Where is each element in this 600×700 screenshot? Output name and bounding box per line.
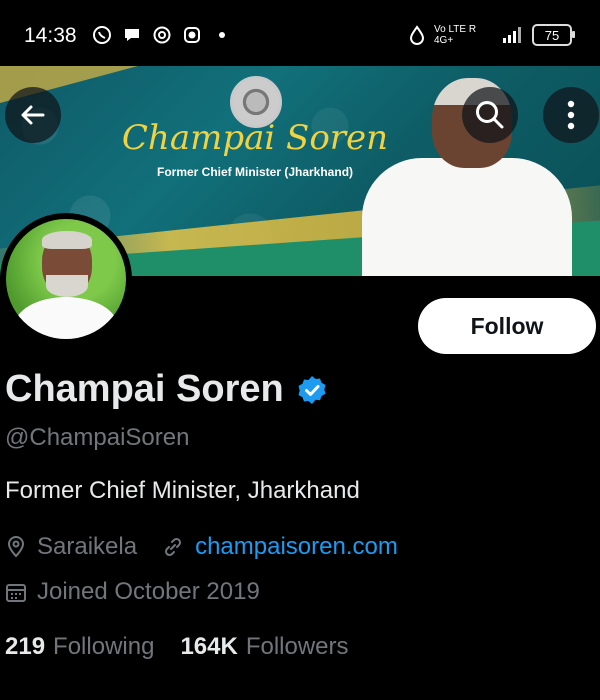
following-count: 219	[5, 633, 46, 660]
profile-handle: @ChampaiSoren	[5, 424, 190, 451]
status-time: 14:38	[24, 24, 77, 47]
search-icon	[476, 101, 504, 129]
back-button[interactable]	[5, 87, 61, 143]
instagram-icon	[184, 27, 200, 43]
status-right: Vo LTE R 4G+ 75	[408, 24, 575, 46]
arrow-left-icon	[21, 105, 45, 125]
dot-icon	[219, 32, 225, 38]
network-label: Vo LTE R 4G+	[434, 24, 477, 46]
profile-name-row: Champai Soren	[5, 368, 328, 411]
notification-icons	[92, 25, 232, 45]
followers-label: Followers	[245, 633, 349, 660]
followers-count: 164K	[180, 633, 238, 660]
avatar-beard	[46, 275, 88, 297]
banner-title: Champai Soren	[121, 118, 389, 158]
profile-meta-row: Saraikela champaisoren.com	[5, 533, 398, 561]
more-vertical-icon	[567, 100, 575, 130]
avatar-hair	[42, 231, 92, 249]
status-bar: 14:38 Vo LTE R 4G+ 75	[0, 0, 600, 66]
search-button[interactable]	[462, 87, 518, 143]
avatar[interactable]	[0, 213, 132, 345]
chat-icon	[125, 29, 139, 41]
follow-button[interactable]: Follow	[418, 298, 596, 354]
location-pin-icon	[7, 535, 25, 558]
profile-stats: 219 Following 164K Followers	[5, 633, 349, 661]
profile-bio: Former Chief Minister, Jharkhand	[5, 477, 360, 504]
battery-level: 75	[544, 27, 560, 43]
profile-joined: Joined October 2019	[37, 578, 260, 605]
battery-icon: 75	[532, 24, 575, 46]
data-saver-icon	[409, 25, 425, 45]
link-icon	[165, 537, 182, 557]
avatar-shirt	[14, 297, 118, 339]
profile-joined-row: Joined October 2019	[5, 578, 260, 606]
calendar-icon	[6, 584, 26, 602]
at-icon	[153, 26, 171, 44]
following-stat[interactable]: 219 Following	[5, 633, 154, 661]
verified-badge-icon[interactable]	[296, 374, 328, 406]
banner-portrait-body	[362, 158, 572, 276]
followers-stat[interactable]: 164K Followers	[180, 633, 348, 661]
profile-website-link[interactable]: champaisoren.com	[195, 533, 398, 561]
signal-icon	[503, 27, 521, 43]
whatsapp-icon	[93, 26, 111, 44]
profile-location: Saraikela	[37, 533, 138, 560]
profile-name: Champai Soren	[5, 368, 284, 410]
avatar-image	[6, 219, 126, 339]
following-label: Following	[53, 633, 155, 660]
banner-subtitle: Former Chief Minister (Jharkhand)	[156, 165, 354, 179]
more-button[interactable]	[543, 87, 599, 143]
